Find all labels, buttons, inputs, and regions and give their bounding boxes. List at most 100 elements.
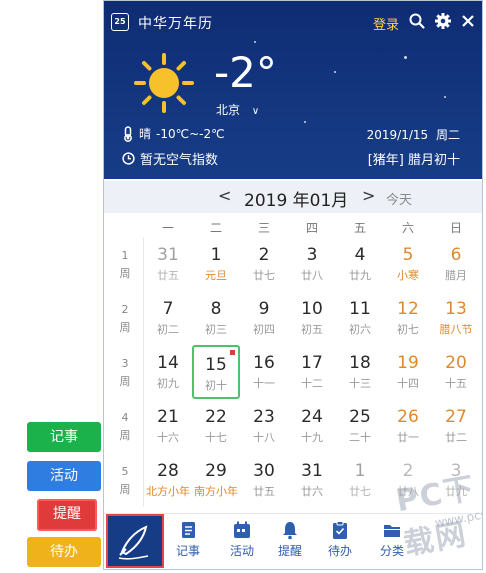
day-cell[interactable]: 23 十八: [240, 399, 288, 453]
week-number-value: 2: [121, 303, 129, 316]
app-logo-icon: 25: [111, 13, 129, 31]
day-number: 10: [301, 299, 323, 319]
lunar-label: 初六: [349, 323, 371, 336]
day-cell[interactable]: 25 二十: [336, 399, 384, 453]
lunar-label: 廿八: [301, 269, 323, 282]
day-cell[interactable]: 17 十二: [288, 345, 336, 399]
weekday-header: 三: [257, 221, 270, 235]
day-number: 22: [205, 407, 227, 427]
month-title[interactable]: 2019 年01月: [244, 186, 348, 211]
toolbar-item-label: 记事: [175, 544, 200, 558]
day-number: 7: [162, 299, 174, 319]
day-cell[interactable]: 2 廿七: [240, 237, 288, 291]
day-number: 12: [397, 299, 419, 319]
day-cell[interactable]: 6 腊月: [432, 237, 480, 291]
star-decoration: [334, 71, 336, 73]
day-cell[interactable]: 24 十九: [288, 399, 336, 453]
day-cell[interactable]: 29 南方小年: [192, 453, 240, 507]
chevron-down-icon: ∨: [251, 106, 260, 117]
day-cell[interactable]: 15 初十: [192, 345, 240, 399]
day-cell[interactable]: 22 十七: [192, 399, 240, 453]
lunar-label: 十五: [445, 377, 467, 390]
day-cell[interactable]: 18 十三: [336, 345, 384, 399]
day-cell[interactable]: 3 廿八: [288, 237, 336, 291]
clock-icon: [122, 152, 135, 165]
day-cell[interactable]: 26 廿一: [384, 399, 432, 453]
day-number: 23: [253, 407, 275, 427]
side-action-button[interactable]: 活动: [27, 461, 101, 491]
side-action-button[interactable]: 记事: [27, 422, 101, 452]
side-action-button[interactable]: 待办: [27, 537, 101, 567]
day-number: 1: [354, 461, 366, 481]
city-selector[interactable]: 北京 ∨: [216, 101, 259, 118]
day-cell[interactable]: 16 十一: [240, 345, 288, 399]
day-cell[interactable]: 31 廿六: [288, 453, 336, 507]
weekday-header: 六: [401, 221, 414, 235]
lunar-label: 廿六: [301, 485, 323, 498]
toolbar-item[interactable]: 记事: [168, 520, 208, 559]
today-button[interactable]: 今天: [386, 189, 412, 208]
lunar-label: 南方小年: [194, 485, 238, 498]
air-quality: 暂无空气指数: [122, 149, 218, 168]
bell-icon: [283, 522, 297, 540]
city-name: 北京: [216, 103, 241, 117]
day-cell[interactable]: 1 元旦: [192, 237, 240, 291]
day-cell[interactable]: 14 初九: [144, 345, 192, 399]
toolbar-item[interactable]: 提醒: [270, 520, 310, 559]
day-number: 13: [445, 299, 467, 319]
day-cell[interactable]: 19 十四: [384, 345, 432, 399]
day-number: 27: [445, 407, 467, 427]
lunar-date: [猪年] 腊月初十: [367, 153, 460, 168]
pen-button[interactable]: [106, 514, 164, 568]
week-number-value: 3: [121, 357, 129, 370]
day-number: 17: [301, 353, 323, 373]
search-icon[interactable]: [408, 12, 426, 30]
week-number-column: 1周2周3周4周5周: [104, 237, 146, 513]
day-cell[interactable]: 8 初三: [192, 291, 240, 345]
login-link[interactable]: 登录: [373, 14, 399, 33]
day-cell[interactable]: 9 初四: [240, 291, 288, 345]
toolbar-item-label: 活动: [229, 544, 254, 558]
week-label: 周: [119, 321, 131, 334]
day-cell[interactable]: 13 腊八节: [432, 291, 480, 345]
day-number: 28: [157, 461, 179, 481]
day-number: 30: [253, 461, 275, 481]
star-decoration: [404, 56, 407, 59]
day-number: 18: [349, 353, 371, 373]
week-number: 5周: [104, 463, 146, 499]
day-cell[interactable]: 11 初六: [336, 291, 384, 345]
lunar-label: 廿七: [349, 485, 371, 498]
day-cell[interactable]: 1 廿七: [336, 453, 384, 507]
week-label: 周: [119, 375, 131, 388]
day-cell[interactable]: 12 初七: [384, 291, 432, 345]
day-cell[interactable]: 10 初五: [288, 291, 336, 345]
day-number: 1: [210, 245, 222, 265]
toolbar-item-label: 待办: [327, 544, 352, 558]
day-cell[interactable]: 20 十五: [432, 345, 480, 399]
day-cell[interactable]: 31 廿五: [144, 237, 192, 291]
star-decoration: [444, 96, 446, 98]
app-title: 中华万年历: [138, 16, 213, 32]
toolbar-item-label: 提醒: [277, 544, 302, 558]
day-cell[interactable]: 21 十六: [144, 399, 192, 453]
next-month-button[interactable]: >: [362, 186, 375, 205]
note-icon: [182, 522, 195, 538]
prev-month-button[interactable]: <: [218, 186, 231, 205]
toolbar-item-label: 分类: [379, 544, 404, 558]
day-cell[interactable]: 28 北方小年: [144, 453, 192, 507]
day-cell[interactable]: 30 廿五: [240, 453, 288, 507]
day-cell[interactable]: 4 廿九: [336, 237, 384, 291]
weekday-header: 二: [209, 221, 222, 235]
toolbar-item[interactable]: 活动: [222, 520, 262, 559]
clipboard-icon: [333, 521, 347, 539]
lunar-label: 初五: [301, 323, 323, 336]
day-number: 20: [445, 353, 467, 373]
side-action-button[interactable]: 提醒: [37, 499, 97, 531]
day-cell[interactable]: 27 廿二: [432, 399, 480, 453]
day-cell[interactable]: 5 小寒: [384, 237, 432, 291]
toolbar-item[interactable]: 待办: [320, 520, 360, 559]
day-cell[interactable]: 7 初二: [144, 291, 192, 345]
close-icon[interactable]: [459, 12, 477, 30]
lunar-label: 十二: [301, 377, 323, 390]
gear-icon[interactable]: [434, 12, 452, 30]
